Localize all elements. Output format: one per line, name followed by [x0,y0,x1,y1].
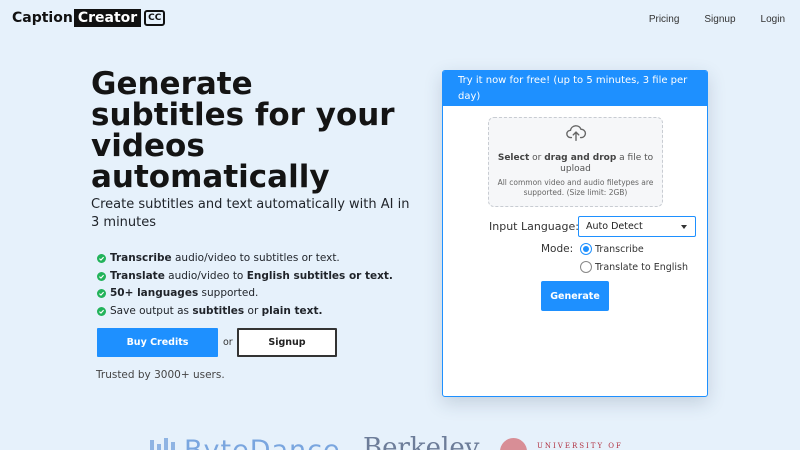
chevron-down-icon [681,225,687,229]
try-card: Try it now for free! (up to 5 minutes, 3… [442,70,708,397]
feature-item: 50+ languages supported. [97,285,393,303]
brand-part1: Caption [12,10,73,26]
buy-credits-button[interactable]: Buy Credits [97,328,218,357]
check-icon [97,271,106,281]
university-seal-icon [500,438,527,450]
language-select-value: Auto Detect [586,221,643,232]
check-icon [97,289,106,299]
mode-label: Mode: [541,243,574,255]
check-icon [97,306,106,316]
select-link[interactable]: Select [498,153,529,163]
card-header: Try it now for free! (up to 5 minutes, 3… [443,71,707,106]
mode-option-translate[interactable]: Translate to English [580,261,688,273]
hero-title: Generate subtitles for your videos autom… [91,66,395,195]
or-label: or [223,337,233,348]
dropzone-hint: All common video and audio filetypes are… [497,178,654,197]
top-nav: Pricing Signup Login [649,14,785,25]
brand-part2: Creator [73,9,142,27]
feature-item: Translate audio/video to English subtitl… [97,268,393,286]
radio-unselected[interactable] [580,261,592,273]
trusted-text: Trusted by 3000+ users. [96,369,225,381]
mode-option-transcribe[interactable]: Transcribe [580,243,644,255]
nav-login[interactable]: Login [761,14,785,25]
input-language-label: Input Language: [489,220,579,233]
dropzone-instructions: Select or drag and drop a file to upload [497,153,654,174]
nav-pricing[interactable]: Pricing [649,14,680,25]
file-dropzone[interactable]: Select or drag and drop a file to upload… [488,117,663,207]
brand-logo[interactable]: Caption Creator CC [12,9,166,27]
upload-cloud-icon [566,125,587,142]
language-select[interactable]: Auto Detect [578,216,696,237]
radio-selected[interactable] [580,243,592,255]
feature-item: Save output as subtitles or plain text. [97,303,393,321]
signup-button[interactable]: Signup [237,328,337,357]
cc-badge: CC [144,10,166,26]
generate-button[interactable]: Generate [541,281,609,311]
feature-list: Transcribe audio/video to subtitles or t… [97,250,393,320]
bytedance-mark-icon [150,437,180,450]
check-icon [97,254,106,264]
berkeley-logo: Berkeley [363,433,480,450]
hero-subtitle: Create subtitles and text automatically … [91,197,410,230]
feature-item: Transcribe audio/video to subtitles or t… [97,250,393,268]
customer-logos: ByteDance Berkeley UNIVERSITY OF [150,433,650,450]
bytedance-logo: ByteDance [150,437,341,450]
nav-signup[interactable]: Signup [704,14,735,25]
